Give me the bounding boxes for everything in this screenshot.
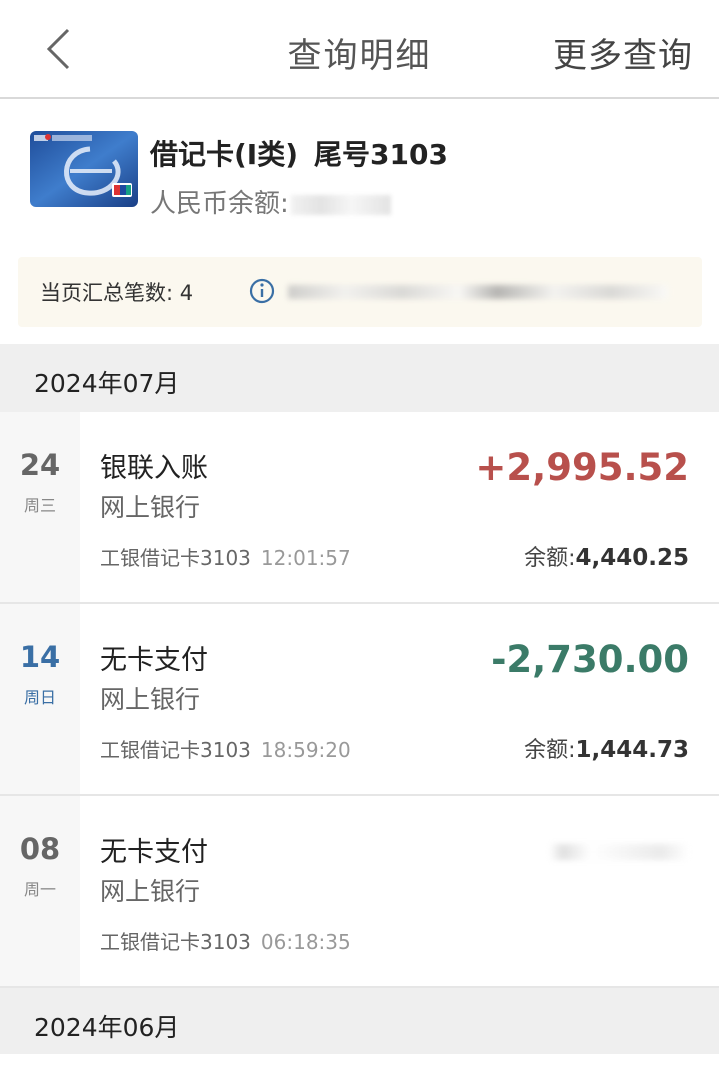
balance-label: 余额: xyxy=(524,738,576,763)
transaction-time: 06:18:35 xyxy=(260,930,351,954)
card-name: 借记卡(I类) 尾号3103 xyxy=(150,133,448,173)
month-label: 2024年06月 xyxy=(34,1013,180,1042)
month-label: 2024年07月 xyxy=(34,369,180,398)
balance-value: 1,444.73 xyxy=(575,737,690,763)
card-label: 工银借记卡3103 xyxy=(100,546,251,570)
balance-label: 余额: xyxy=(524,546,576,571)
month-header: 2024年07月 xyxy=(0,344,719,412)
info-icon[interactable] xyxy=(248,277,276,305)
transaction-channel: 网上银行 xyxy=(100,493,201,522)
transaction-type: 无卡支付 xyxy=(100,837,208,868)
account-card-section[interactable]: 借记卡(I类) 尾号3103 人民币余额: xyxy=(0,99,719,247)
card-label: 工银借记卡3103 xyxy=(100,930,251,954)
day-number: 24 xyxy=(19,448,61,482)
card-balance: 人民币余额: xyxy=(150,183,391,220)
transaction-card: 工银借记卡3103 18:59:20 xyxy=(100,734,351,763)
balance-label: 人民币余额: xyxy=(150,189,289,219)
weekday: 周日 xyxy=(23,688,56,707)
month-header: 2024年06月 xyxy=(0,988,719,1056)
date-column: 24 周三 xyxy=(0,412,80,602)
icbc-card-icon xyxy=(30,131,138,207)
transaction-row[interactable]: 24 周三 银联入账 网上银行 工银借记卡3103 12:01:57 +2,995… xyxy=(0,412,719,604)
transaction-channel: 网上银行 xyxy=(100,685,201,714)
masked-amount xyxy=(549,844,689,860)
card-tail-number: 尾号3103 xyxy=(314,138,448,171)
card-label: 工银借记卡3103 xyxy=(100,738,251,762)
transaction-time: 18:59:20 xyxy=(260,738,351,762)
transaction-row[interactable]: 08 周一 无卡支付 网上银行 工银借记卡3103 06:18:35 xyxy=(0,796,719,988)
weekday: 周一 xyxy=(23,880,56,899)
day-number: 14 xyxy=(19,640,61,674)
transaction-card: 工银借记卡3103 12:01:57 xyxy=(100,542,351,571)
transaction-amount: -2,730.00 xyxy=(491,638,689,681)
transaction-balance: 余额:1,444.73 xyxy=(524,732,689,764)
transaction-amount: +2,995.52 xyxy=(475,446,689,489)
card-type: 借记卡(I类) xyxy=(150,138,299,171)
transaction-type: 无卡支付 xyxy=(100,645,208,676)
date-column: 08 周一 xyxy=(0,796,80,986)
transaction-card: 工银借记卡3103 06:18:35 xyxy=(100,926,351,955)
day-number: 08 xyxy=(19,832,61,866)
transaction-type: 银联入账 xyxy=(100,453,208,484)
masked-balance xyxy=(290,194,391,215)
transaction-time: 12:01:57 xyxy=(260,546,351,570)
summary-count: 当页汇总笔数: 4 xyxy=(40,281,194,305)
transaction-row[interactable]: 14 周日 无卡支付 网上银行 工银借记卡3103 18:59:20 -2,730… xyxy=(0,604,719,796)
more-query-button[interactable]: 更多查询 xyxy=(553,28,693,77)
masked-summary-text xyxy=(288,285,668,299)
top-nav-bar: 查询明细 更多查询 xyxy=(0,0,719,99)
page-summary-bar: 当页汇总笔数: 4 xyxy=(18,257,702,327)
weekday: 周三 xyxy=(23,496,56,515)
transaction-balance: 余额:4,440.25 xyxy=(524,540,689,572)
date-column: 14 周日 xyxy=(0,604,80,794)
transaction-channel: 网上银行 xyxy=(100,877,201,906)
transaction-row-partial[interactable] xyxy=(0,1054,719,1080)
balance-value: 4,440.25 xyxy=(575,545,690,571)
